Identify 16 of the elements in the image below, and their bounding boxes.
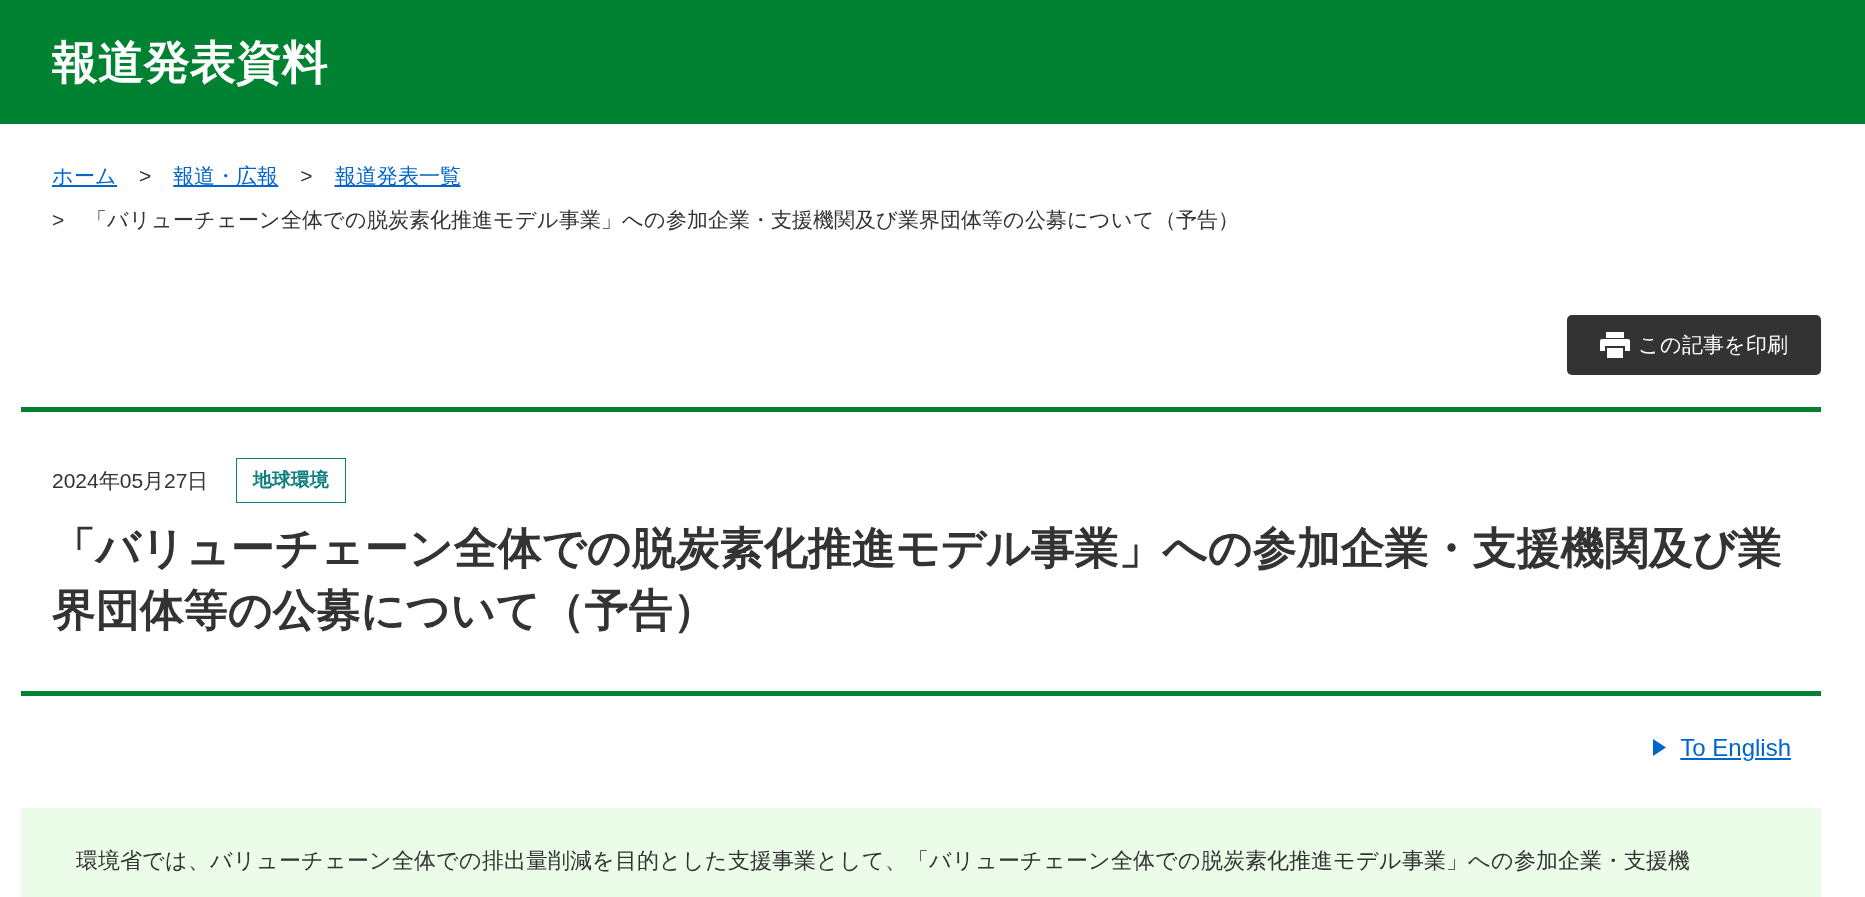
breadcrumb-link[interactable]: 報道発表一覧 <box>334 160 461 192</box>
english-link[interactable]: To English <box>1653 729 1791 766</box>
article-date: 2024年05月27日 <box>52 467 209 494</box>
page-title: 報道発表資料 <box>52 34 328 90</box>
print-button[interactable]: この記事を印刷 <box>1567 315 1821 375</box>
summary-text: 環境省では、バリューチェーン全体での排出量削減を目的とした支援事業として、「バリューチェーン全体での脱炭素化推進モデル事業」への参加企業・支援機 <box>76 846 1691 875</box>
breadcrumb-link[interactable]: ホーム <box>52 160 117 192</box>
breadcrumb-separator: > <box>300 163 313 189</box>
category-tag: 地球環境 <box>236 458 347 503</box>
triangle-icon <box>1653 739 1667 756</box>
breadcrumb-link[interactable]: 報道・広報 <box>173 160 279 192</box>
breadcrumb-separator: > <box>52 206 65 233</box>
breadcrumb-separator: > <box>139 163 152 189</box>
breadcrumb-current: 「バリューチェーン全体での脱炭素化推進モデル事業」への参加企業・支援機関及び業界団体等の公募について（予告） <box>86 206 1240 233</box>
printer-icon <box>1600 332 1630 358</box>
article-title: 「バリューチェーン全体での脱炭素化推進モデル事業」への参加企業・支援機関及び業界団体等の公募について（予告） <box>52 521 1782 636</box>
